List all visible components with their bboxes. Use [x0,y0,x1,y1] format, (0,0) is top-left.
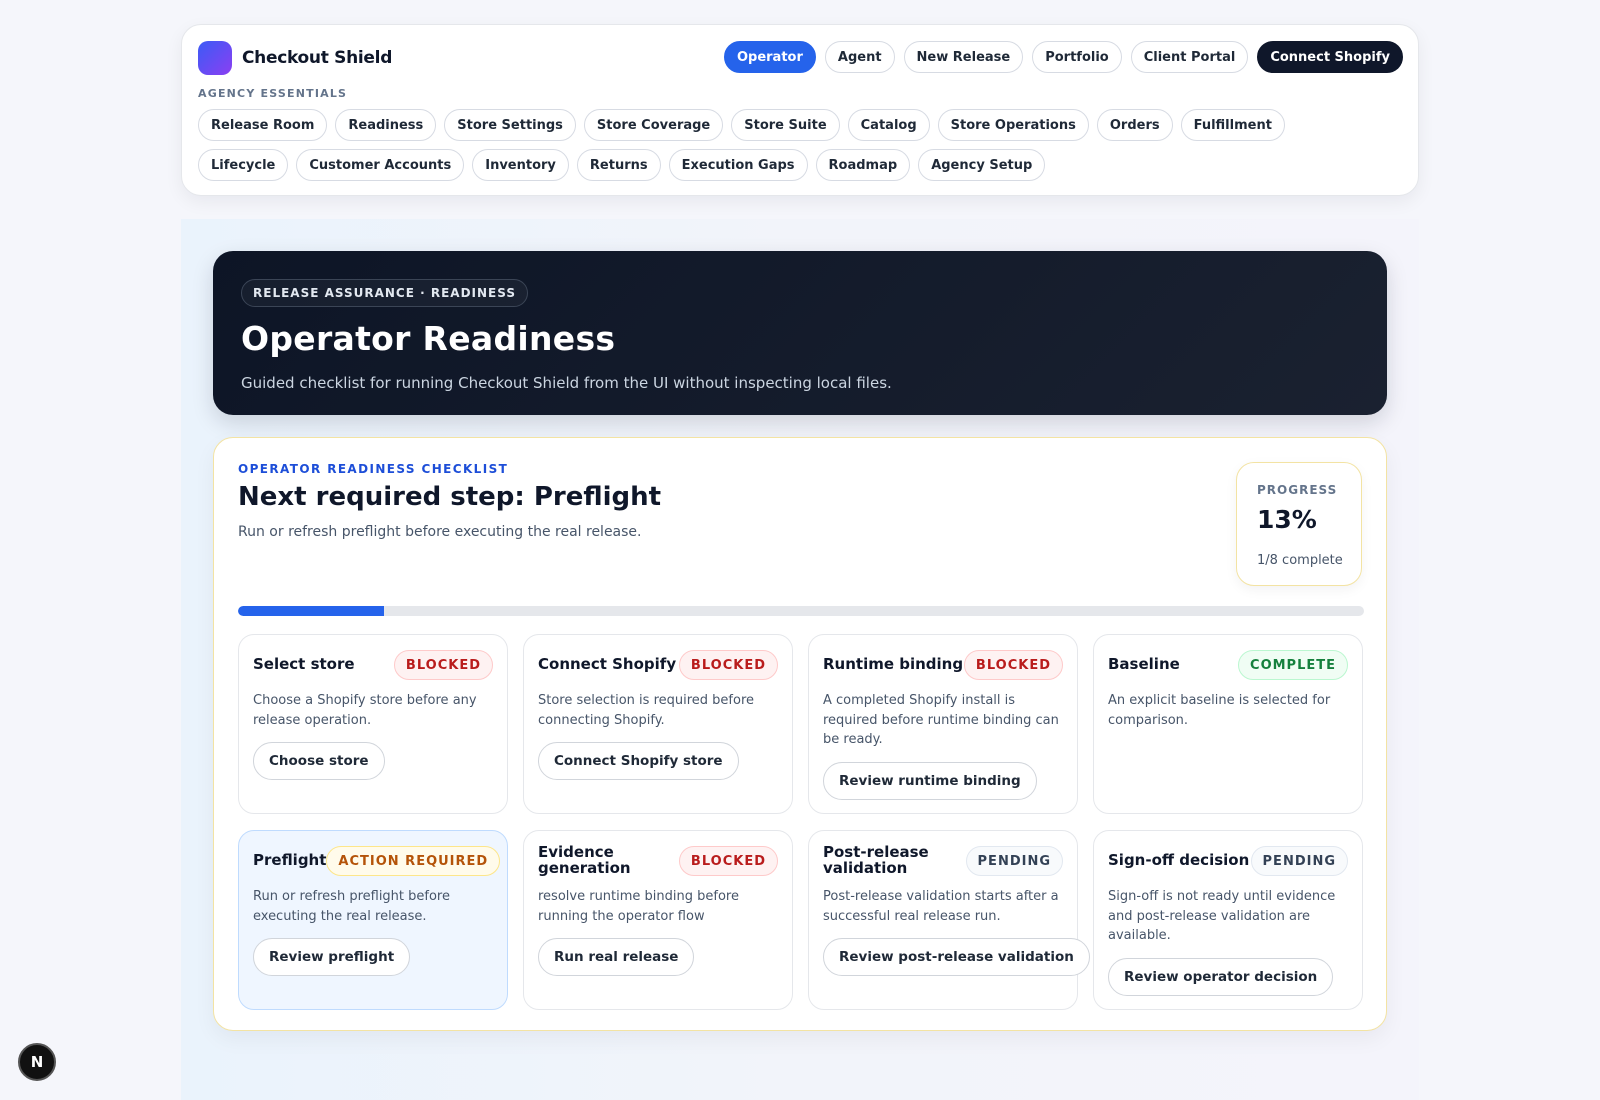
step-title: Baseline [1108,655,1180,674]
evidence-generation-action-button[interactable]: Run real release [538,938,695,976]
nav-lifecycle-link[interactable]: Lifecycle [198,149,289,181]
step-title: Runtime binding [823,655,964,674]
step-card-runtime-binding: Runtime binding BLOCKED A completed Shopif… [808,634,1078,814]
nav-agency-setup-link[interactable]: Agency Setup [918,149,1046,181]
checklist-description: Run or refresh preflight before executin… [238,524,642,540]
step-card-header: Sign-off decision PENDING [1108,845,1348,877]
status-badge: BLOCKED [393,650,493,680]
step-card-select-store: Select store BLOCKED Choose a Shopify stor… [238,634,508,814]
hero-badge: RELEASE ASSURANCE · READINESS [241,279,528,307]
step-description: Post-release validation starts after a s… [823,889,1059,924]
status-badge: BLOCKED [678,846,778,876]
essentials-label: AGENCY ESSENTIALS [198,87,348,100]
preflight-action-button[interactable]: Review preflight [253,938,411,976]
step-description: resolve runtime binding before running t… [538,889,739,924]
status-badge: PENDING [1250,846,1348,876]
nextjs-dev-indicator[interactable]: N [18,1043,56,1081]
status-badge: ACTION REQUIRED [326,846,501,876]
step-card-sign-off-decision: Sign-off decision PENDING Sign-off is not … [1093,830,1363,1010]
brand[interactable]: Checkout Shield [198,41,392,75]
step-description: Choose a Shopify store before any releas… [253,693,477,728]
nav-readiness-link[interactable]: Readiness [335,109,437,141]
hero-banner: RELEASE ASSURANCE · READINESS Operator R… [213,251,1387,415]
readiness-checklist: OPERATOR READINESS CHECKLIST Next requir… [213,437,1387,1031]
top-actions: Operator Agent New Release Portfolio Client … [723,41,1403,73]
top-action-operator-button[interactable]: Operator [723,41,816,73]
top-action-agent-button[interactable]: Agent [824,41,895,73]
step-card-header: Post-release validation PENDING [823,843,1063,877]
step-card-header: Connect Shopify BLOCKED [538,649,778,681]
top-navigation: Checkout Shield Operator Agent New Release… [181,24,1419,196]
step-card-preflight: Preflight ACTION REQUIRED Run or refresh p… [238,830,508,1010]
page-title: Operator Readiness [241,319,616,358]
nav-fulfillment-link[interactable]: Fulfillment [1180,109,1285,141]
checklist-title: Next required step: Preflight [238,482,662,512]
step-description: Store selection is required before conne… [538,693,755,728]
runtime-binding-action-button[interactable]: Review runtime binding [823,761,1037,800]
connect-shopify-action-button[interactable]: Connect Shopify store [538,742,739,780]
nav-orders-link[interactable]: Orders [1096,109,1173,141]
step-card-connect-shopify: Connect Shopify BLOCKED Store selection is… [523,634,793,814]
step-card-header: Evidence generation BLOCKED [538,843,778,877]
step-title: Connect Shopify [538,655,677,674]
top-action-client-portal-button[interactable]: Client Portal [1130,41,1249,73]
nav-catalog-link[interactable]: Catalog [847,109,930,141]
progress-label: PROGRESS [1257,483,1338,497]
progress-bar [238,606,1364,616]
step-card-post-release-validation: Post-release validation PENDING Post-relea… [808,830,1090,1010]
page-subtitle: Guided checklist for running Checkout Sh… [241,374,892,392]
top-action-connect-shopify-button[interactable]: Connect Shopify [1257,41,1403,73]
brand-name: Checkout Shield [242,48,393,68]
nav-customer-accounts-link[interactable]: Customer Accounts [296,149,465,181]
step-description: A completed Shopify install is required … [823,693,1059,747]
step-title: Sign-off decision [1108,851,1250,870]
status-badge: COMPLETE [1238,650,1348,680]
step-card-evidence-generation: Evidence generation BLOCKED resolve runtim… [523,830,793,1010]
select-store-action-button[interactable]: Choose store [253,742,385,780]
nav-release-room-link[interactable]: Release Room [198,109,328,141]
step-card-header: Runtime binding BLOCKED [823,649,1063,681]
steps-grid: Select store BLOCKED Choose a Shopify stor… [238,634,1364,1010]
sign-off-decision-action-button[interactable]: Review operator decision [1108,957,1334,996]
brand-logo-icon [198,41,232,75]
nav-roadmap-link[interactable]: Roadmap [815,149,911,181]
nav-store-suite-link[interactable]: Store Suite [731,109,840,141]
nav-store-settings-link[interactable]: Store Settings [444,109,576,141]
post-release-validation-action-button[interactable]: Review post-release validation [823,938,1090,976]
status-badge: PENDING [965,846,1063,876]
step-card-header: Preflight ACTION REQUIRED [253,845,501,877]
nav-store-coverage-link[interactable]: Store Coverage [583,109,724,141]
status-badge: BLOCKED [963,650,1063,680]
main-content: RELEASE ASSURANCE · READINESS Operator R… [181,219,1419,1100]
progress-value: 13% [1257,505,1317,534]
step-card-baseline: Baseline COMPLETE An explicit baseline is … [1093,634,1363,814]
status-badge: BLOCKED [678,650,778,680]
top-action-portfolio-button[interactable]: Portfolio [1032,41,1122,73]
step-title: Post-release validation [823,843,929,877]
step-card-header: Select store BLOCKED [253,649,493,681]
top-action-new-release-button[interactable]: New Release [903,41,1024,73]
nav-execution-gaps-link[interactable]: Execution Gaps [668,149,808,181]
step-description: Sign-off is not ready until evidence and… [1108,889,1336,943]
step-description: Run or refresh preflight before executin… [253,889,450,924]
step-title: Select store [253,655,355,674]
essentials-nav: Release Room Readiness Store Settings Store… [198,109,1328,181]
checklist-eyebrow: OPERATOR READINESS CHECKLIST [238,462,509,476]
nav-store-operations-link[interactable]: Store Operations [937,109,1089,141]
step-title: Evidence generation [538,843,631,877]
progress-card: PROGRESS 13% 1/8 complete [1236,462,1362,586]
progress-count: 1/8 complete [1257,553,1343,568]
step-card-header: Baseline COMPLETE [1108,649,1348,681]
step-description: An explicit baseline is selected for com… [1108,693,1331,728]
progress-bar-fill [238,606,385,616]
nav-inventory-link[interactable]: Inventory [472,149,569,181]
nav-returns-link[interactable]: Returns [576,149,661,181]
step-title: Preflight [253,851,327,870]
